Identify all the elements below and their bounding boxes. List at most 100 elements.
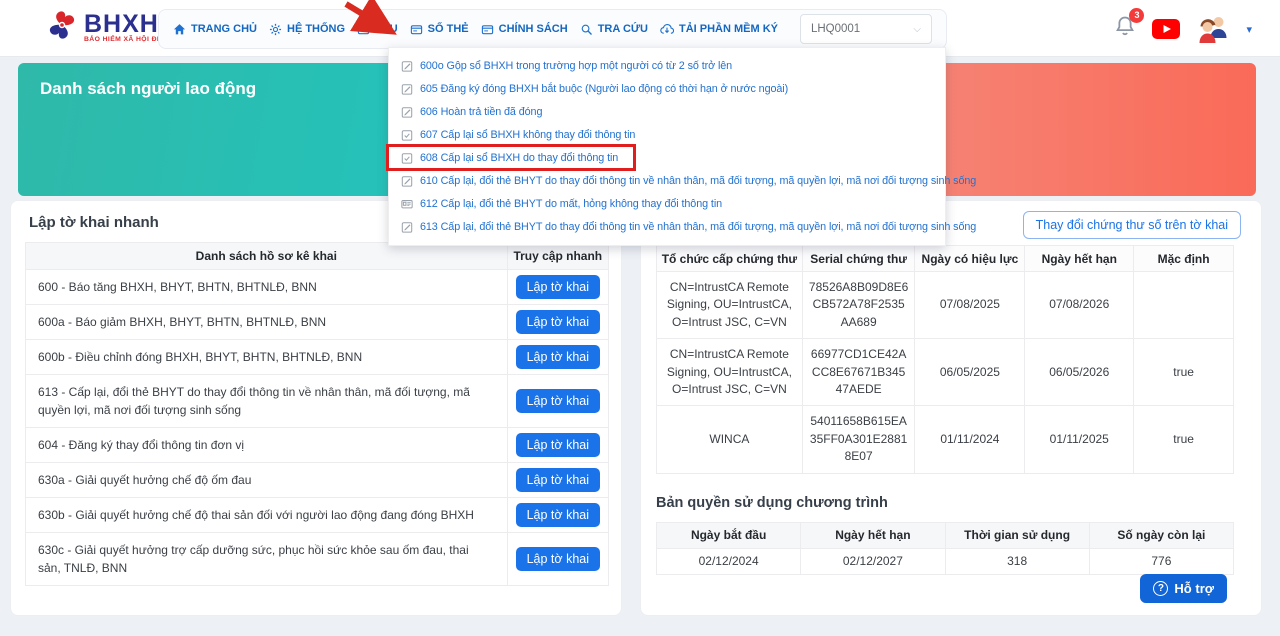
quick-declaration-table: Danh sách hồ sơ kê khai Truy cập nhanh 6… (25, 242, 609, 586)
license-cell: 776 (1089, 548, 1233, 574)
search-icon (580, 23, 593, 36)
lap-to-khai-button[interactable]: Lập tờ khai (516, 389, 600, 413)
home-icon (173, 23, 186, 36)
cert-cell-c3: 01/11/2024 (915, 406, 1025, 473)
dropdown-item-610[interactable]: 610 Cấp lại, đổi thẻ BHYT do thay đổi th… (389, 169, 945, 192)
chevron-down-icon: ⌵ (913, 24, 921, 35)
card-icon (410, 23, 423, 36)
download-icon (660, 23, 674, 36)
certificates-panel: Thay đổi chứng thư số trên tờ khai Tổ ch… (640, 200, 1262, 616)
dropdown-item-label: 605 Đăng ký đóng BHXH bắt buộc (Người la… (420, 83, 788, 95)
nav-item-label: TẢI PHẦN MỀM KÝ (679, 23, 778, 35)
cert-cell-org: CN=IntrustCA Remote Signing, OU=IntrustC… (657, 339, 803, 406)
document-name-cell: 600 - Báo tăng BHXH, BHYT, BHTN, BHTNLĐ,… (26, 270, 508, 305)
nav-item-label: CHÍNH SÁCH (499, 23, 568, 35)
support-button[interactable]: ? Hỗ trợ (1140, 574, 1227, 603)
table-row: CN=IntrustCA Remote Signing, OU=IntrustC… (657, 272, 1234, 339)
edit-square-icon (401, 83, 413, 95)
dropdown-item-608[interactable]: 608 Cấp lại sổ BHXH do thay đổi thông ti… (389, 146, 945, 169)
unit-select[interactable]: LHQ0001 ⌵ (800, 14, 932, 44)
user-avatar[interactable] (1196, 14, 1230, 44)
change-certificate-button[interactable]: Thay đổi chứng thư số trên tờ khai (1023, 211, 1241, 239)
table-row: 630a - Giải quyết hưởng chế độ ốm đau Lập… (26, 463, 609, 498)
column-header-cert-valid-from: Ngày có hiệu lực (915, 246, 1025, 272)
license-table: Ngày bắt đầu Ngày hết hạn Thời gian sử d… (656, 522, 1234, 575)
quick-access-cell: Lập tờ khai (507, 533, 608, 586)
column-header-cert-serial: Serial chứng thư (802, 246, 915, 272)
nav-items: TRANG CHỦ HỆ THỐNG THU SỐ THẺ CHÍNH SÁCH TRA … (173, 23, 778, 36)
caret-down-icon[interactable]: ▾ (1246, 23, 1252, 36)
support-button-label: Hỗ trợ (1174, 581, 1214, 596)
quick-access-cell: Lập tờ khai (507, 498, 608, 533)
cert-cell-serial: 54011658B615EA35FF0A301E28818E07 (802, 406, 915, 473)
notifications-button[interactable]: 3 (1114, 15, 1136, 44)
nav-item-label: HỆ THỐNG (287, 23, 345, 35)
dropdown-item-label: 613 Cấp lại, đổi thẻ BHYT do thay đổi th… (420, 221, 976, 233)
quick-declaration-panel: Lập tờ khai nhanh Danh sách hồ sơ kê kha… (10, 200, 622, 616)
nav-item-label: TRANG CHỦ (191, 23, 257, 35)
quick-access-cell: Lập tờ khai (507, 270, 608, 305)
quick-access-cell: Lập tờ khai (507, 463, 608, 498)
nav-item-trang-chu[interactable]: TRANG CHỦ (173, 23, 257, 36)
nav-item-he-thong[interactable]: HỆ THỐNG (269, 23, 345, 36)
youtube-icon[interactable] (1152, 19, 1180, 39)
table-row: 600 - Báo tăng BHXH, BHYT, BHTN, BHTNLĐ,… (26, 270, 609, 305)
dropdown-item-label: 610 Cấp lại, đổi thẻ BHYT do thay đổi th… (420, 175, 976, 187)
cert-cell-c5 (1134, 272, 1234, 339)
dropdown-item-607[interactable]: 607 Cấp lại sổ BHXH không thay đổi thông… (389, 123, 945, 146)
dropdown-item-600o[interactable]: 600o Gộp sổ BHXH trong trường hợp một ng… (389, 54, 945, 77)
lap-to-khai-button[interactable]: Lập tờ khai (516, 275, 600, 299)
lap-to-khai-button[interactable]: Lập tờ khai (516, 433, 600, 457)
dropdown-item-612[interactable]: 612 Cấp lại, đổi thẻ BHYT do mất, hỏng k… (389, 192, 945, 215)
nav-item-thu[interactable]: THU (357, 23, 398, 36)
document-name-cell: 630a - Giải quyết hưởng chế độ ốm đau (26, 463, 508, 498)
dropdown-item-label: 607 Cấp lại sổ BHXH không thay đổi thông… (420, 129, 635, 141)
edit-square-icon (401, 106, 413, 118)
dropdown-item-label: 608 Cấp lại sổ BHXH do thay đổi thông ti… (420, 152, 618, 164)
card-icon (357, 23, 370, 36)
edit-square-icon (401, 221, 413, 233)
dropdown-item-605[interactable]: 605 Đăng ký đóng BHXH bắt buộc (Người la… (389, 77, 945, 100)
lap-to-khai-button[interactable]: Lập tờ khai (516, 345, 600, 369)
cert-cell-org: CN=IntrustCA Remote Signing, OU=IntrustC… (657, 272, 803, 339)
dropdown-item-label: 612 Cấp lại, đổi thẻ BHYT do mất, hỏng k… (420, 198, 722, 210)
quick-access-cell: Lập tờ khai (507, 428, 608, 463)
document-name-cell: 613 - Cấp lại, đổi thẻ BHYT do thay đổi … (26, 375, 508, 428)
column-header-usage-time: Thời gian sử dụng (945, 522, 1089, 548)
table-row: WINCA54011658B615EA35FF0A301E28818E0701/… (657, 406, 1234, 473)
lap-to-khai-button[interactable]: Lập tờ khai (516, 310, 600, 334)
lap-to-khai-button[interactable]: Lập tờ khai (516, 547, 600, 571)
cert-cell-serial: 66977CD1CE42ACC8E67671B34547AEDE (802, 339, 915, 406)
document-name-cell: 630c - Giải quyết hưởng trợ cấp dưỡng sứ… (26, 533, 508, 586)
quick-access-cell: Lập tờ khai (507, 375, 608, 428)
nav-item-chinh-sach[interactable]: CHÍNH SÁCH (481, 23, 568, 36)
table-row: 630c - Giải quyết hưởng trợ cấp dưỡng sứ… (26, 533, 609, 586)
license-cell: 02/12/2024 (657, 548, 801, 574)
table-row: CN=IntrustCA Remote Signing, OU=IntrustC… (657, 339, 1234, 406)
main-nav: TRANG CHỦ HỆ THỐNG THU SỐ THẺ CHÍNH SÁCH TRA … (158, 9, 947, 49)
document-name-cell: 600b - Điều chỉnh đóng BHXH, BHYT, BHTN,… (26, 340, 508, 375)
license-cell: 318 (945, 548, 1089, 574)
cert-cell-c5: true (1134, 339, 1234, 406)
bell-icon (1114, 26, 1136, 43)
lap-to-khai-button[interactable]: Lập tờ khai (516, 468, 600, 492)
cert-cell-serial: 78526A8B09D8E6CB572A78F2535AA689 (802, 272, 915, 339)
nav-item-so-the[interactable]: SỐ THẺ (410, 23, 469, 36)
table-row: 600a - Báo giảm BHXH, BHYT, BHTN, BHTNLĐ… (26, 305, 609, 340)
table-row: 600b - Điều chỉnh đóng BHXH, BHYT, BHTN,… (26, 340, 609, 375)
dropdown-item-label: 600o Gộp sổ BHXH trong trường hợp một ng… (420, 60, 732, 72)
cert-cell-org: WINCA (657, 406, 803, 473)
quick-access-cell: Lập tờ khai (507, 340, 608, 375)
column-header-days-left: Số ngày còn lại (1089, 522, 1233, 548)
dropdown-item-606[interactable]: 606 Hoàn trả tiền đã đóng (389, 100, 945, 123)
nav-item-tra-cuu[interactable]: TRA CỨU (580, 23, 648, 36)
cert-cell-c4: 07/08/2026 (1025, 272, 1134, 339)
nav-item-tai-phan-mem-ky[interactable]: TẢI PHẦN MỀM KÝ (660, 23, 778, 36)
table-row: 02/12/202402/12/2027318776 (657, 548, 1234, 574)
lap-to-khai-button[interactable]: Lập tờ khai (516, 503, 600, 527)
cert-cell-c4: 06/05/2026 (1025, 339, 1134, 406)
dropdown-item-label: 606 Hoàn trả tiền đã đóng (420, 106, 542, 118)
cert-cell-c5: true (1134, 406, 1234, 473)
dropdown-item-613[interactable]: 613 Cấp lại, đổi thẻ BHYT do thay đổi th… (389, 215, 945, 238)
card-icon (481, 23, 494, 36)
